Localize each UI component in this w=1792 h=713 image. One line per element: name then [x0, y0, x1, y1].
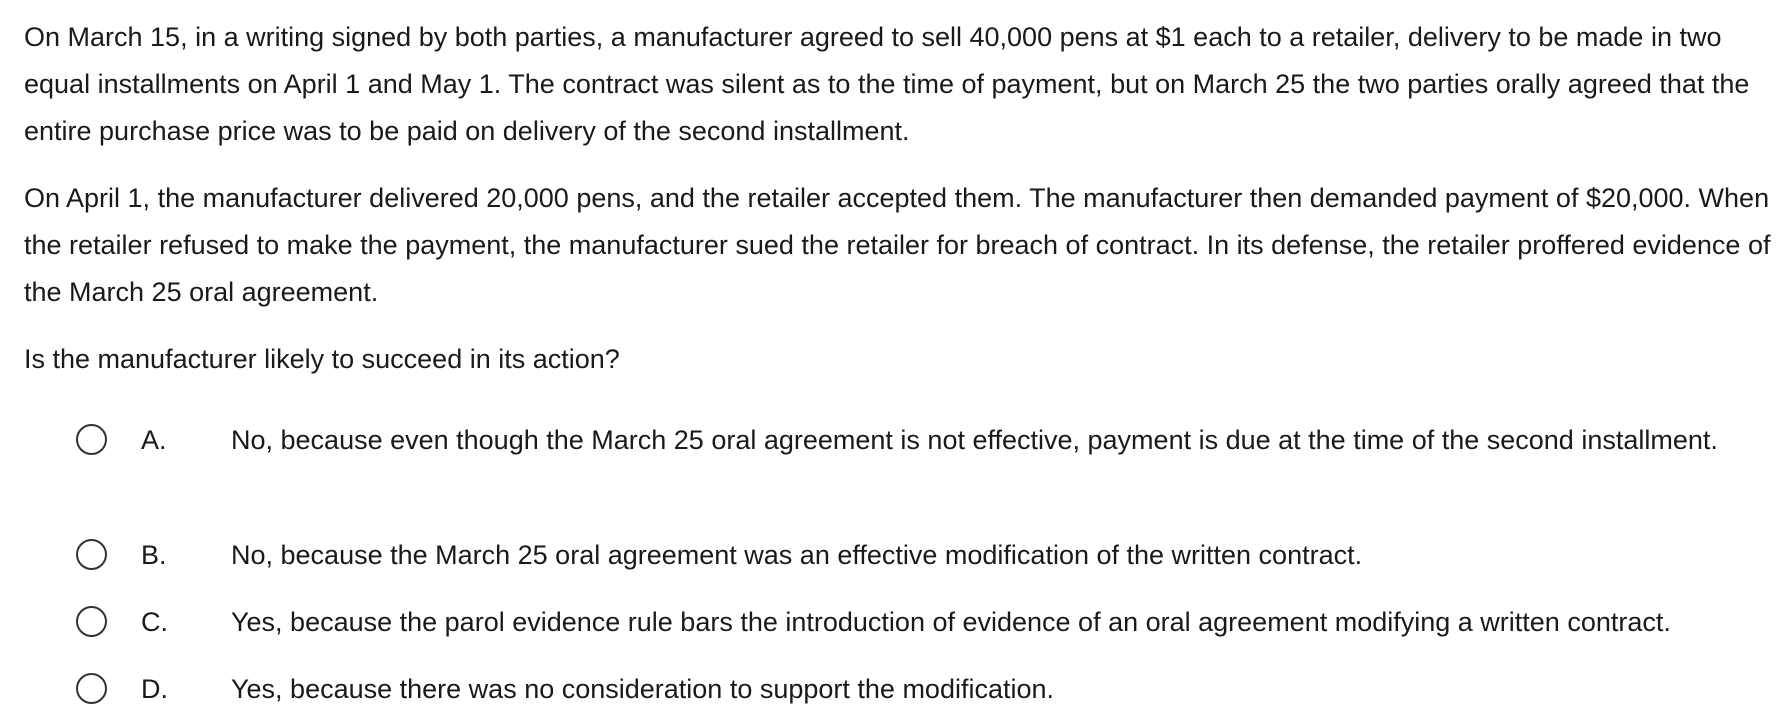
option-letter-b: B. [141, 540, 167, 570]
radio-button-b[interactable] [76, 539, 107, 570]
stem-paragraph-2: On April 1, the manufacturer delivered 2… [24, 183, 1771, 307]
question-prompt: Is the manufacturer likely to succeed in… [24, 344, 620, 374]
option-letter-c: C. [141, 607, 168, 637]
stem-paragraph-1: On March 15, in a writing signed by both… [24, 22, 1750, 146]
option-c[interactable]: C. Yes, because the parol evidence rule … [76, 599, 1792, 646]
option-text-b: No, because the March 25 oral agreement … [231, 540, 1363, 570]
option-text-a: No, because even though the March 25 ora… [231, 425, 1718, 455]
radio-button-c[interactable] [76, 606, 107, 637]
option-text-c: Yes, because the parol evidence rule bar… [231, 607, 1671, 637]
option-b[interactable]: B. No, because the March 25 oral agreeme… [76, 532, 1792, 579]
question-stem: On March 15, in a writing signed by both… [24, 14, 1784, 383]
option-a[interactable]: A. No, because even though the March 25 … [76, 417, 1792, 464]
option-letter-a: A. [141, 425, 167, 455]
radio-button-d[interactable] [76, 673, 107, 704]
radio-button-a[interactable] [76, 424, 107, 455]
